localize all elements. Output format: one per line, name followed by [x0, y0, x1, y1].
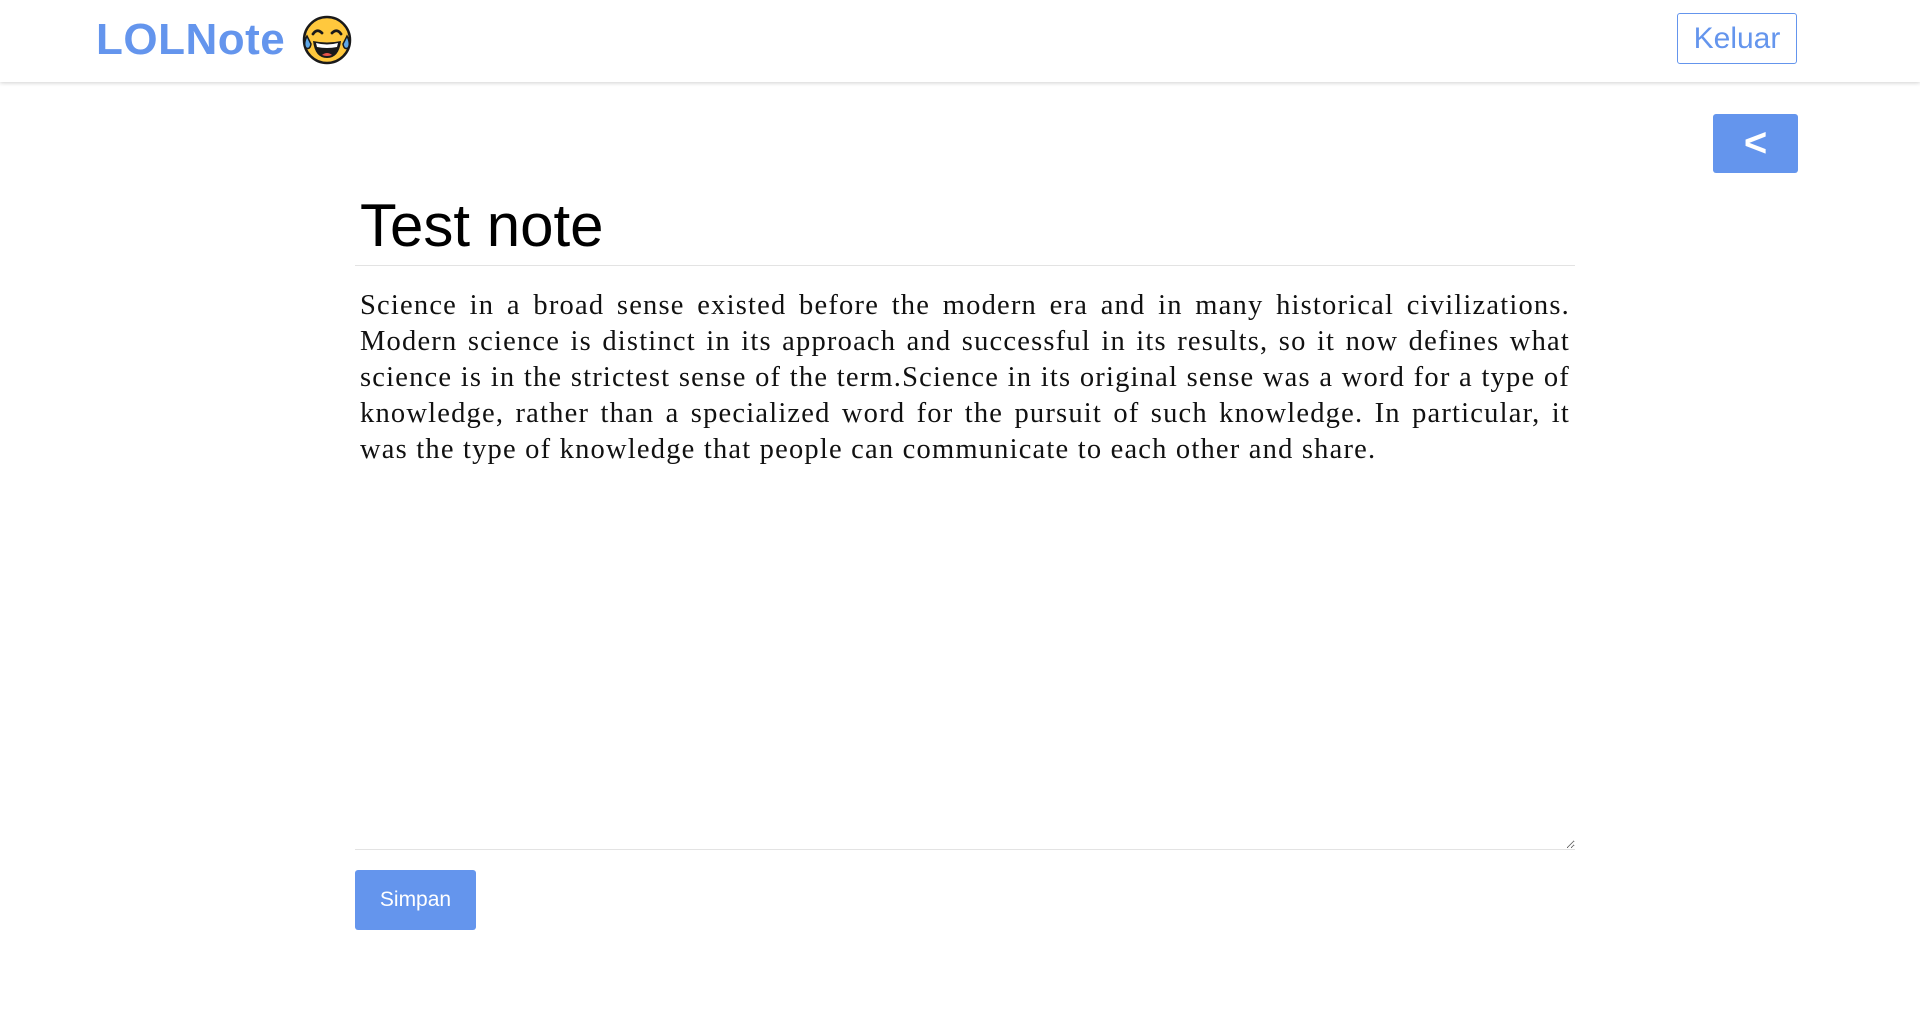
top-navbar: LOLNote Keluar [0, 0, 1920, 82]
note-body-textarea[interactable]: Science in a broad sense existed before … [355, 280, 1575, 850]
logout-button[interactable]: Keluar [1677, 13, 1797, 64]
save-button[interactable]: Simpan [355, 870, 476, 930]
note-title-input[interactable] [355, 186, 1575, 266]
face-with-tears-of-joy-icon [301, 14, 353, 66]
back-button[interactable]: < [1713, 114, 1798, 173]
brand-logo[interactable]: LOLNote [96, 8, 353, 72]
brand-name: LOLNote [96, 15, 286, 64]
